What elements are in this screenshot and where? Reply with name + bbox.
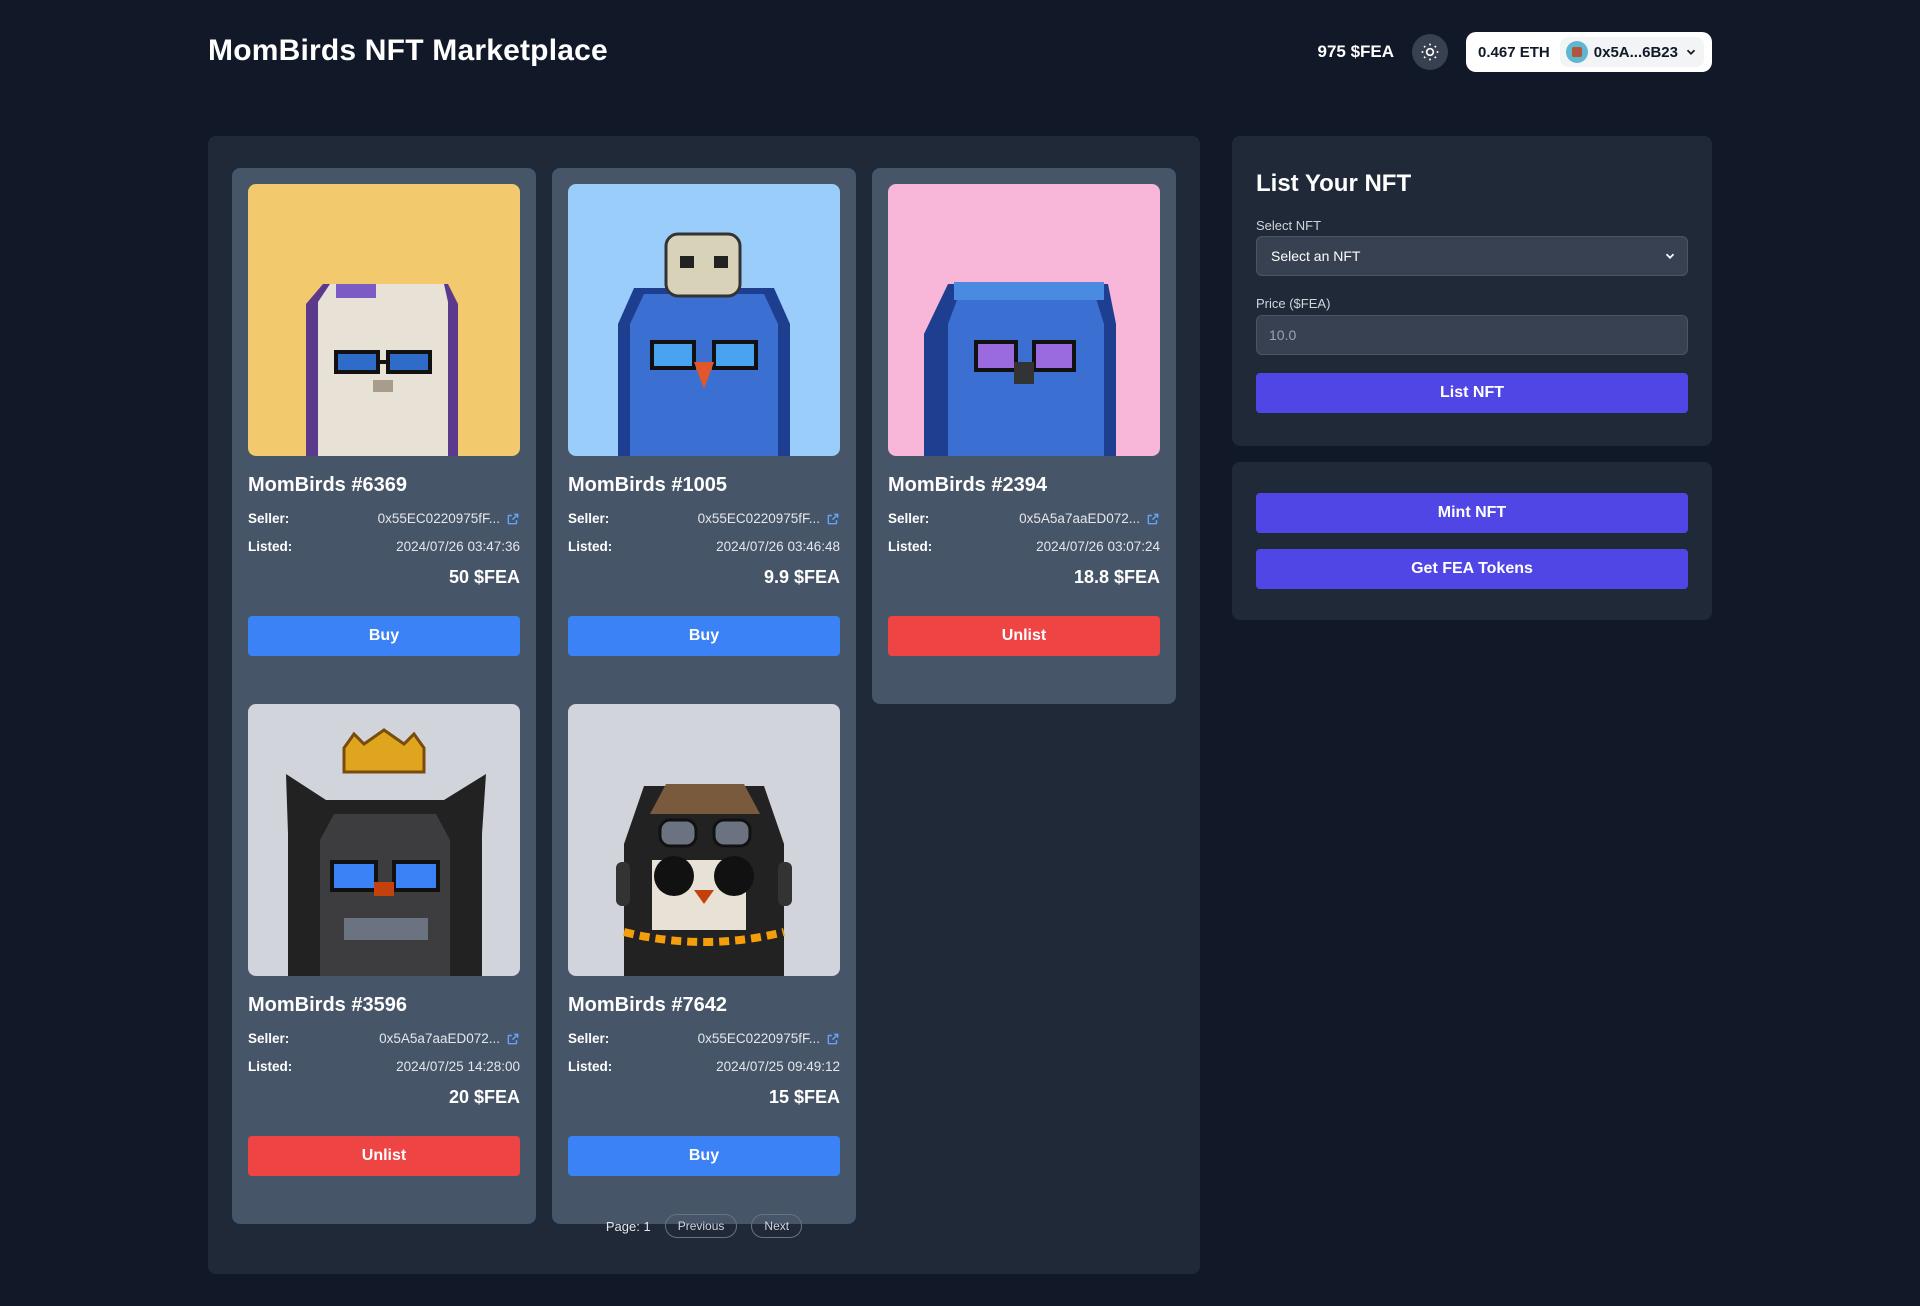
nft-card: MomBirds #7642 Seller: 0x55EC0220975fF..… [552, 688, 856, 1224]
listed-label: Listed: [888, 539, 933, 554]
nft-image[interactable] [248, 704, 520, 976]
wallet-account[interactable]: 0x5A...6B23 [1559, 37, 1704, 67]
seller-row: Seller: 0x55EC0220975fF... [568, 1031, 840, 1046]
seller-link[interactable]: 0x55EC0220975fF... [698, 1031, 840, 1046]
chevron-down-icon [1665, 253, 1675, 259]
listed-label: Listed: [248, 1059, 293, 1074]
listed-date: 2024/07/26 03:47:36 [396, 539, 520, 554]
chevron-down-icon [1686, 49, 1696, 55]
wallet-address: 0x5A...6B23 [1593, 43, 1678, 61]
page-indicator: Page: 1 [605, 1218, 651, 1234]
seller-row: Seller: 0x5A5a7aaED072... [888, 511, 1160, 526]
seller-address: 0x55EC0220975fF... [697, 1031, 820, 1046]
listed-date: 2024/07/25 14:28:00 [396, 1059, 520, 1074]
get-fea-tokens-button[interactable]: Get FEA Tokens [1256, 549, 1688, 589]
nft-card: MomBirds #3596 Seller: 0x5A5a7aaED072...… [232, 688, 536, 1224]
list-nft-panel: List Your NFT Select NFT Select an NFT P… [1232, 136, 1712, 446]
listed-label: Listed: [248, 539, 293, 554]
avatar [1565, 41, 1588, 63]
nft-card: MomBirds #1005 Seller: 0x55EC0220975fF..… [552, 168, 856, 704]
external-link-icon [827, 1033, 839, 1044]
select-nft-value: Select an NFT [1271, 248, 1361, 264]
external-link-icon [827, 513, 839, 524]
next-page-button[interactable]: Next [751, 1214, 803, 1238]
seller-label: Seller: [248, 511, 290, 526]
listed-row: Listed: 2024/07/26 03:46:48 [568, 539, 840, 554]
select-nft-dropdown[interactable]: Select an NFT [1256, 236, 1688, 276]
unlist-button[interactable]: Unlist [248, 1136, 520, 1176]
seller-row: Seller: 0x55EC0220975fF... [568, 511, 840, 526]
seller-label: Seller: [568, 1031, 610, 1046]
nft-name: MomBirds #7642 [568, 994, 727, 1016]
listed-label: Listed: [568, 539, 613, 554]
seller-address: 0x5A5a7aaED072... [379, 1031, 500, 1046]
listed-row: Listed: 2024/07/25 14:28:00 [248, 1059, 520, 1074]
listed-date: 2024/07/26 03:46:48 [716, 539, 840, 554]
nft-image[interactable] [248, 184, 520, 456]
eth-balance: 0.467 ETH [1478, 43, 1550, 61]
mint-nft-button[interactable]: Mint NFT [1256, 493, 1688, 533]
seller-address: 0x5A5a7aaED072... [1019, 511, 1140, 526]
external-link-icon [507, 513, 519, 524]
theme-toggle-button[interactable] [1412, 34, 1449, 70]
nft-name: MomBirds #1005 [568, 474, 727, 496]
header-actions: 975 $FEA 0.467 ETH 0x5A...6B23 [1317, 32, 1712, 72]
sun-icon [1421, 43, 1439, 61]
seller-link[interactable]: 0x55EC0220975fF... [698, 511, 840, 526]
buy-button[interactable]: Buy [248, 616, 520, 656]
unlist-button[interactable]: Unlist [888, 616, 1160, 656]
seller-label: Seller: [888, 511, 930, 526]
nft-image[interactable] [888, 184, 1160, 456]
seller-link[interactable]: 0x55EC0220975fF... [378, 511, 520, 526]
list-nft-button[interactable]: List NFT [1256, 373, 1688, 413]
buy-button[interactable]: Buy [568, 616, 840, 656]
nft-name: MomBirds #2394 [888, 474, 1047, 496]
external-link-icon [1147, 513, 1159, 524]
seller-link[interactable]: 0x5A5a7aaED072... [379, 1031, 520, 1046]
price-input[interactable]: 10.0 [1256, 315, 1688, 355]
seller-address: 0x55EC0220975fF... [697, 511, 820, 526]
seller-address: 0x55EC0220975fF... [377, 511, 500, 526]
list-nft-title: List Your NFT [1256, 170, 1412, 197]
external-link-icon [507, 1033, 519, 1044]
price-placeholder: 10.0 [1269, 327, 1297, 343]
previous-page-button[interactable]: Previous [664, 1214, 738, 1238]
wallet-button[interactable]: 0.467 ETH 0x5A...6B23 [1466, 32, 1712, 72]
listings-panel: MomBirds #6369 Seller: 0x55EC0220975fF..… [208, 136, 1200, 1274]
listed-label: Listed: [568, 1059, 613, 1074]
listed-row: Listed: 2024/07/25 09:49:12 [568, 1059, 840, 1074]
seller-row: Seller: 0x5A5a7aaED072... [248, 1031, 520, 1046]
buy-button[interactable]: Buy [568, 1136, 840, 1176]
select-nft-label: Select NFT [1256, 218, 1322, 233]
nft-price: 15 $FEA [768, 1087, 840, 1107]
fea-balance: 975 $FEA [1317, 42, 1395, 61]
nft-image[interactable] [568, 704, 840, 976]
actions-panel: Mint NFT Get FEA Tokens [1232, 462, 1712, 620]
nft-price: 18.8 $FEA [1073, 567, 1160, 587]
price-label: Price ($FEA) [1256, 296, 1331, 311]
seller-label: Seller: [248, 1031, 290, 1046]
nft-image[interactable] [568, 184, 840, 456]
nft-price: 50 $FEA [448, 567, 520, 587]
seller-label: Seller: [568, 511, 610, 526]
seller-link[interactable]: 0x5A5a7aaED072... [1019, 511, 1160, 526]
pagination: Page: 1 Previous Next [208, 1214, 1200, 1238]
listed-row: Listed: 2024/07/26 03:07:24 [888, 539, 1160, 554]
page-title: MomBirds NFT Marketplace [208, 34, 608, 67]
seller-row: Seller: 0x55EC0220975fF... [248, 511, 520, 526]
listed-date: 2024/07/25 09:49:12 [716, 1059, 840, 1074]
nft-name: MomBirds #6369 [248, 474, 407, 496]
nft-price: 9.9 $FEA [763, 567, 840, 587]
listed-row: Listed: 2024/07/26 03:47:36 [248, 539, 520, 554]
nft-price: 20 $FEA [448, 1087, 520, 1107]
nft-name: MomBirds #3596 [248, 994, 407, 1016]
nft-card: MomBirds #2394 Seller: 0x5A5a7aaED072...… [872, 168, 1176, 704]
listed-date: 2024/07/26 03:07:24 [1036, 539, 1160, 554]
nft-card: MomBirds #6369 Seller: 0x55EC0220975fF..… [232, 168, 536, 704]
